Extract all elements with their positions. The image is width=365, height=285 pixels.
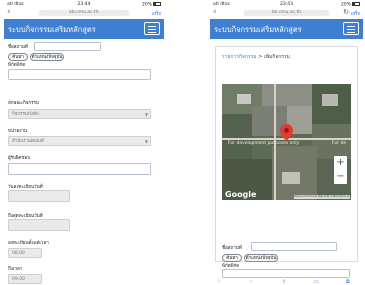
done-button[interactable]: เสร็จ [351,10,360,17]
map-watermark: For development purposes only [228,141,300,146]
end-time-label: ถึงเวลา [8,267,23,272]
phone-screen-left: atl dtac 23:44 20% ‹ kb.cmu.ac.th เสร็จ … [4,0,164,285]
current-location-button[interactable]: ตำแหน่งปัจจุบัน [30,53,64,61]
start-date-input[interactable] [8,190,70,202]
map-tile [222,114,252,159]
chevron-down-icon: ▼ [144,112,148,117]
end-date-label: ถึงสุดทะเบียนวันที่ [8,214,43,219]
browser-bar: ‹ kb.cmu.ac.th ↻ เสร็จ [210,8,363,18]
activity-type-select[interactable]: กิจกรรมบังคับ ▼ [8,109,151,119]
start-date-label: วันลงทะเบียนวันที่ [8,185,43,190]
battery-percent: 20% [340,2,351,8]
zoom-in-button[interactable]: + [334,156,347,170]
building [322,94,338,106]
google-logo: Google [225,190,257,199]
menu-icon[interactable] [144,22,160,35]
building [237,94,251,104]
done-button[interactable]: เสร็จ [152,10,161,17]
owner-input[interactable] [8,163,151,175]
map-watermark-right: For de [332,141,347,146]
back-icon[interactable]: ‹ [7,8,11,17]
activity-type-label: ลักษณะกิจกรรม [8,101,39,106]
unit-label: หน่วยงาน [8,129,28,134]
zoom-out-button[interactable]: − [334,170,347,184]
activity-type-value: กิจกรรมบังคับ [12,112,39,117]
unit-select[interactable]: สำนักงานคณบดี ▼ [8,136,151,146]
browser-toolbar: ‹ › ⇧ ▭ ⧉ [210,279,363,285]
browser-bar: ‹ kb.cmu.ac.th เสร็จ [4,8,164,18]
start-time-value: 08.00 [12,251,25,256]
phone-screen-right: atl dtac 23:43 20% ‹ kb.cmu.ac.th ↻ เสร็… [210,0,363,285]
battery-indicator: 20% [142,2,161,8]
battery-icon [153,2,161,6]
current-location-button[interactable]: ตำแหน่งปัจจุบัน [244,254,278,262]
start-time-input[interactable]: 08.00 [8,248,42,258]
battery-icon [352,2,360,6]
breadcrumb-separator: > [258,54,263,60]
tabs-icon[interactable]: ⧉ [346,279,350,285]
end-time-input[interactable]: 09.00 [8,274,42,284]
map-copyright[interactable]: Keyboard shortcuts Map data ©2020 Terms … [294,195,350,199]
map-tile [262,84,312,106]
url-field[interactable]: kb.cmu.ac.th [39,10,129,16]
bookmarks-icon[interactable]: ▭ [314,279,319,285]
map-pin-icon[interactable] [280,124,293,141]
latlng-input[interactable] [222,269,350,278]
share-icon[interactable]: ⇧ [282,279,286,285]
breadcrumb-activity-list[interactable]: รายการกิจกรรม [222,54,257,60]
forward-icon[interactable]: › [250,279,252,285]
app-title: ระบบกิจกรรมเสริมหลักสูตร [214,25,302,34]
search-button[interactable]: ค้นหา [8,53,28,61]
breadcrumb-current: เพิ่มกิจกรรม [264,54,290,60]
reload-icon[interactable]: ↻ [343,8,349,16]
app-header: ระบบกิจกรรมเสริมหลักสูตร [210,19,363,39]
zoom-control: + − [334,156,347,184]
start-time-label: ลงทะเบียนตั้งแต่เวลา [8,241,49,246]
building [282,172,300,184]
url-field[interactable]: kb.cmu.ac.th [243,10,330,16]
app-header: ระบบกิจกรรมเสริมหลักสูตร [4,19,164,39]
menu-icon[interactable] [343,22,359,35]
end-date-input[interactable] [8,219,70,231]
latlng-label: พิกัดพิกัด [8,63,26,68]
map-view[interactable]: For development purposes only For de + −… [222,84,351,200]
battery-indicator: 20% [341,2,360,8]
owner-label: ผู้รับผิดชอบ [8,156,31,161]
latlng-input[interactable] [8,69,151,80]
unit-value: สำนักงานคณบดี [12,139,44,144]
back-icon[interactable]: ‹ [218,279,220,285]
end-time-value: 09.00 [12,277,25,282]
back-icon[interactable]: ‹ [213,8,217,17]
location-name-input[interactable] [251,242,337,251]
location-name-label: ชื่อสถานที่ [8,45,28,50]
chevron-down-icon: ▼ [144,139,148,144]
search-button[interactable]: ค้นหา [222,254,242,262]
clock: 23:44 [77,2,91,7]
battery-percent: 20% [141,2,152,8]
location-name-label: ชื่อสถานที่ [222,246,242,251]
location-name-input[interactable] [34,42,101,51]
app-title: ระบบกิจกรรมเสริมหลักสูตร [8,25,96,34]
breadcrumb: รายการกิจกรรม > เพิ่มกิจกรรม [222,53,290,61]
latlng-label: พิกัดพิกัด [222,264,240,269]
